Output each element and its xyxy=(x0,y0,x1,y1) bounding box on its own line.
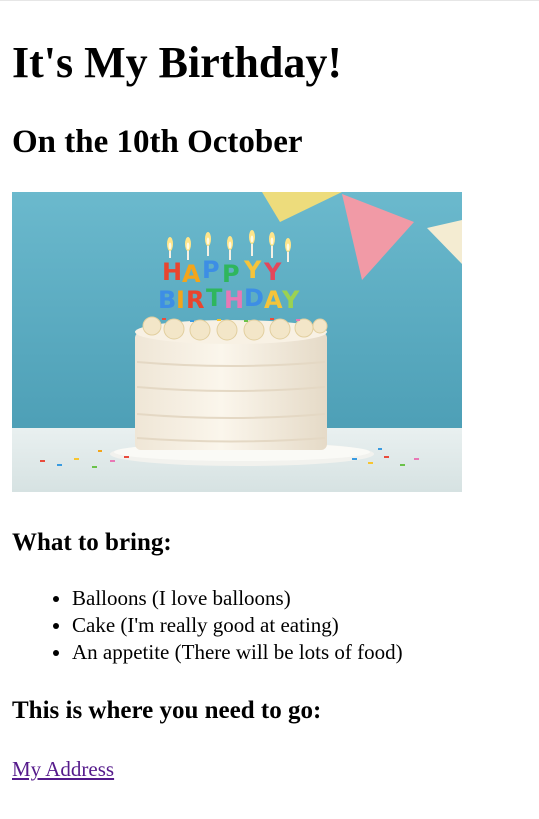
what-to-bring-heading: What to bring: xyxy=(12,529,172,556)
bring-list: Balloons (I love balloons) Cake (I'm rea… xyxy=(12,585,403,666)
list-item: An appetite (There will be lots of food) xyxy=(72,639,403,666)
svg-text:A: A xyxy=(182,260,201,288)
page-title: It's My Birthday! xyxy=(12,38,342,87)
svg-text:H: H xyxy=(162,258,182,286)
top-border xyxy=(0,0,539,1)
svg-text:I: I xyxy=(176,286,185,314)
page-subtitle: On the 10th October xyxy=(12,124,303,160)
svg-text:P: P xyxy=(222,260,240,288)
svg-text:A: A xyxy=(264,286,283,314)
where-to-go-heading: This is where you need to go: xyxy=(12,697,322,724)
svg-text:Y: Y xyxy=(263,258,282,286)
address-link[interactable]: My Address xyxy=(12,756,114,783)
svg-text:T: T xyxy=(206,284,223,312)
svg-text:B: B xyxy=(158,286,176,314)
list-item: Balloons (I love balloons) xyxy=(72,585,403,612)
svg-text:H: H xyxy=(224,286,244,314)
list-item: Cake (I'm really good at eating) xyxy=(72,612,403,639)
svg-text:R: R xyxy=(186,286,204,314)
svg-text:D: D xyxy=(244,284,264,312)
svg-text:Y: Y xyxy=(243,256,262,284)
svg-text:Y: Y xyxy=(281,286,300,314)
svg-text:P: P xyxy=(202,256,220,284)
birthday-cake-image: H A P P Y Y B I R T H D A Y xyxy=(12,192,462,492)
